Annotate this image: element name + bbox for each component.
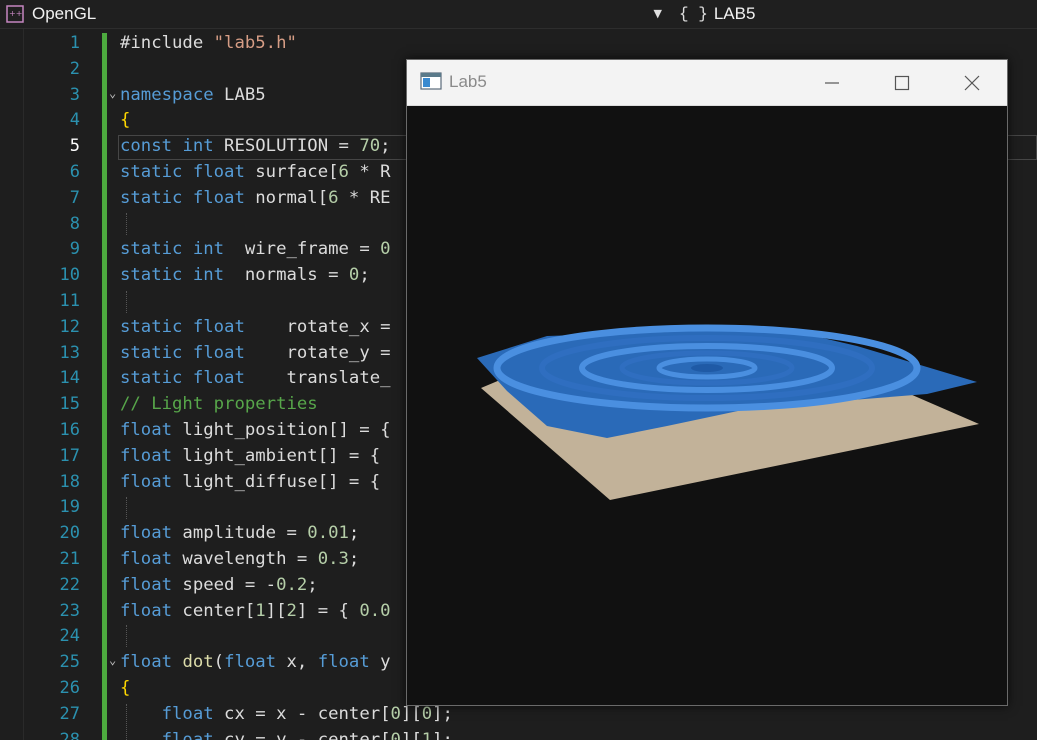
line-number: 16	[59, 420, 80, 440]
line-number: 7	[69, 187, 80, 208]
project-name: OpenGL	[32, 4, 97, 23]
navigation-bar: ++ OpenGL ▼ { } LAB5	[0, 0, 1037, 29]
line-number: 10	[59, 265, 80, 286]
close-button[interactable]	[937, 60, 1007, 106]
code-line[interactable]: static float surface[6 * R	[120, 160, 391, 186]
change-tracking-bar	[102, 33, 107, 740]
code-line[interactable]: float light_ambient[] = {	[120, 444, 380, 470]
code-line[interactable]: float cx = x - center[0][0];	[120, 702, 453, 728]
indicator-margin	[0, 29, 24, 740]
line-number: 24	[59, 626, 80, 647]
wave-center	[691, 364, 723, 372]
code-line[interactable]: static int normals = 0;	[120, 263, 370, 289]
maximize-button[interactable]	[867, 60, 937, 106]
code-line[interactable]: float light_diffuse[] = {	[120, 470, 380, 496]
minimize-icon	[825, 82, 839, 84]
rendered-scene	[477, 324, 979, 500]
opengl-viewport[interactable]	[407, 106, 1007, 705]
code-line[interactable]: static float rotate_x =	[120, 315, 391, 341]
code-line[interactable]: float cy = y - center[0][1];	[120, 728, 453, 740]
code-line[interactable]: float speed = -0.2;	[120, 573, 318, 599]
minimize-button[interactable]	[797, 60, 867, 106]
window-title: Lab5	[449, 72, 487, 91]
svg-text:++: ++	[9, 9, 22, 18]
line-number: 23	[59, 600, 80, 621]
line-number-margin: 1 2 3 4 5 6 7 8 9 10 11 12 13 14 15 16 17 18 19 20 21 22 23 24 2…	[24, 29, 84, 740]
line-number: 17	[59, 445, 80, 466]
code-line[interactable]: static float rotate_y =	[120, 341, 391, 367]
line-number: 18	[59, 471, 80, 492]
code-line[interactable]: static float normal[6 * RE	[120, 186, 391, 212]
line-number: 21	[59, 549, 80, 569]
code-line[interactable]: float dot(float x, float y	[120, 650, 391, 676]
line-number: 12	[59, 316, 80, 337]
line-number: 6	[69, 162, 80, 182]
line-number: 15	[59, 394, 80, 415]
line-number: 27	[59, 703, 80, 724]
code-line[interactable]: {	[120, 676, 130, 702]
line-number: 11	[59, 291, 80, 311]
collapse-function-icon[interactable]: ⌄	[109, 653, 116, 667]
code-line[interactable]: static float translate_	[120, 366, 391, 392]
line-number: 20	[59, 523, 80, 544]
code-line[interactable]: float light_position[] = {	[120, 418, 391, 444]
line-number: 26	[59, 678, 80, 698]
line-number: 1	[69, 33, 80, 53]
code-line[interactable]: namespace LAB5	[120, 83, 266, 109]
scope-dropdown[interactable]: { } LAB5	[674, 2, 1037, 26]
code-line[interactable]: float wavelength = 0.3;	[120, 547, 359, 573]
line-number: 14	[59, 368, 80, 389]
code-line[interactable]: const int RESOLUTION = 70;	[120, 134, 391, 160]
collapse-namespace-icon[interactable]: ⌄	[109, 86, 116, 100]
app-window-icon	[420, 72, 442, 94]
line-number: 22	[59, 574, 80, 595]
lab5-window[interactable]: Lab5	[406, 59, 1008, 706]
code-line[interactable]: {	[120, 108, 130, 134]
code-line[interactable]: float amplitude = 0.01;	[120, 521, 359, 547]
line-number: 5	[69, 136, 80, 157]
cpp-project-icon: ++	[4, 4, 26, 24]
namespace-icon: { }	[679, 5, 708, 23]
line-number: 4	[69, 110, 80, 131]
scope-name: LAB5	[713, 4, 756, 23]
chevron-down-icon[interactable]: ▼	[654, 7, 662, 20]
line-number: 19	[59, 497, 80, 518]
window-titlebar[interactable]: Lab5	[407, 60, 1007, 106]
project-dropdown[interactable]: ++ OpenGL ▼	[4, 2, 668, 26]
code-line[interactable]: static int wire_frame = 0	[120, 237, 391, 263]
line-number: 3	[69, 84, 80, 105]
line-number: 28	[59, 729, 80, 740]
maximize-icon	[894, 75, 910, 91]
code-line[interactable]: // Light properties	[120, 392, 318, 418]
close-icon	[964, 75, 980, 91]
line-number: 2	[69, 58, 80, 79]
line-number: 25	[59, 652, 80, 673]
line-number: 13	[59, 342, 80, 363]
line-number: 8	[69, 213, 80, 234]
code-line[interactable]: #include "lab5.h"	[120, 31, 297, 57]
code-line[interactable]: float center[1][2] = { 0.0	[120, 599, 391, 625]
line-number: 9	[69, 239, 80, 260]
